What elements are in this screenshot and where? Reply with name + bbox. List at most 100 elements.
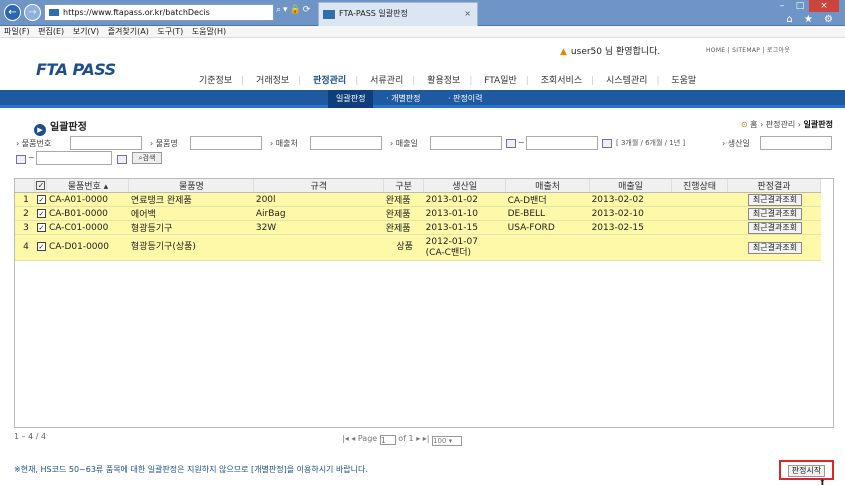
row-checkbox[interactable]: ✓ xyxy=(34,192,47,207)
row-status xyxy=(671,206,728,221)
row-name: 형광등기구(상품) xyxy=(128,234,254,261)
recent-result-button[interactable]: 최근결과조회 xyxy=(747,241,803,254)
col-status[interactable]: 진행상태 xyxy=(671,179,728,193)
table-row[interactable]: 1 ✓ CA-A01-0000 연료탱크 완제품 200l 완제품 2013-0… xyxy=(15,192,821,207)
subnav-individual[interactable]: · 개별판정 xyxy=(386,90,421,108)
label-sale-date: › 매출일 xyxy=(390,139,418,148)
row-checkbox[interactable]: ✓ xyxy=(34,234,47,261)
nav-item[interactable]: 서류관리 xyxy=(361,73,412,86)
nav-item[interactable]: 조회서비스 xyxy=(532,73,591,86)
arrow-bullet-icon: ▶ xyxy=(34,124,46,136)
row-num: 1 xyxy=(15,192,35,207)
product-no-input[interactable] xyxy=(70,136,142,150)
row-type: 상품 xyxy=(383,234,424,261)
tab-close-icon[interactable]: × xyxy=(464,3,471,25)
row-buyer: CA-D밴더 xyxy=(505,192,590,207)
prod-date-from[interactable] xyxy=(760,136,832,150)
prod-date-to[interactable] xyxy=(36,151,112,165)
address-bar[interactable]: https://www.ftapass.or.kr/batchDecis xyxy=(44,4,274,21)
select-all-checkbox[interactable]: ✓ xyxy=(34,179,48,193)
row-num: 2 xyxy=(15,206,35,221)
col-prod-date[interactable]: 생산일 xyxy=(423,179,507,193)
product-name-input[interactable] xyxy=(190,136,262,150)
row-spec: AirBag xyxy=(253,206,384,221)
row-status xyxy=(671,220,728,235)
nav-item[interactable]: 시스템관리 xyxy=(597,73,656,86)
menu-edit[interactable]: 편집(E) xyxy=(38,27,64,36)
col-name[interactable]: 물품명 xyxy=(128,179,255,193)
start-judgement-button[interactable]: 판정시작 xyxy=(788,465,825,477)
pager-prev-icon[interactable]: |◂ ◂ xyxy=(342,434,355,443)
menu-help[interactable]: 도움말(H) xyxy=(192,27,226,36)
maximize-button[interactable]: □ xyxy=(791,0,809,12)
col-type[interactable]: 구분 xyxy=(383,179,425,193)
back-button[interactable]: ← xyxy=(4,4,21,21)
row-status xyxy=(671,192,728,207)
result-table: ✓ 물품번호 ▴ 물품명 규격 구분 생산일 매출처 매출일 진행상태 판정결과… xyxy=(15,179,822,261)
row-checkbox[interactable]: ✓ xyxy=(34,206,47,221)
address-actions-icon[interactable]: ⌕▾🔒⟳ xyxy=(276,5,312,15)
breadcrumb-home[interactable]: 홈 xyxy=(750,120,757,129)
col-num xyxy=(15,179,36,193)
search-button-label: 검색 xyxy=(142,154,156,162)
buyer-input[interactable] xyxy=(310,136,382,150)
recent-result-button[interactable]: 최근결과조회 xyxy=(747,221,803,234)
menu-file[interactable]: 파일(F) xyxy=(4,27,30,36)
breadcrumb-mid[interactable]: › 판정관리 › xyxy=(760,120,801,129)
tab-favicon-icon xyxy=(323,10,335,19)
calendar-icon[interactable] xyxy=(117,155,127,164)
nav-item[interactable]: 기준정보 xyxy=(190,73,241,86)
forward-button[interactable]: → xyxy=(24,4,41,21)
period-links[interactable]: [ 3개월 / 6개월 / 1년 ] xyxy=(616,138,685,148)
menu-bar: 파일(F) 편집(E) 보기(V) 즐겨찾기(A) 도구(T) 도움말(H) xyxy=(0,26,845,38)
nav-item[interactable]: FTA일반 xyxy=(475,73,526,86)
menu-favorites[interactable]: 즐겨찾기(A) xyxy=(108,27,149,36)
table-row[interactable]: 2 ✓ CA-B01-0000 에어백 AirBag 완제품 2013-01-1… xyxy=(15,206,821,221)
row-sale-date: 2013-02-15 xyxy=(589,220,672,235)
col-buyer[interactable]: 매출처 xyxy=(505,179,591,193)
recent-result-button[interactable]: 최근결과조회 xyxy=(747,207,803,220)
range-tilde: ~ xyxy=(518,138,525,147)
subnav-batch[interactable]: 일괄판정 xyxy=(328,90,374,108)
nav-item[interactable]: 거래정보 xyxy=(247,73,298,86)
grid-footer: 1 – 4 / 4 |◂ ◂ Page 1 of 1 ▸ ▸| 100 ▾ xyxy=(14,432,834,448)
home-star-gear-icon[interactable]: ⌂ ★ ⚙ xyxy=(786,14,837,25)
subnav-history[interactable]: · 판정이력 xyxy=(448,90,483,108)
col-spec[interactable]: 규격 xyxy=(253,179,385,193)
check-icon: ✓ xyxy=(36,208,46,218)
search-button[interactable]: ⌕검색 xyxy=(132,152,162,164)
minimize-button[interactable]: – xyxy=(773,0,791,12)
col-code[interactable]: 물품번호 ▴ xyxy=(46,179,130,193)
site-logo[interactable]: FTA PASS xyxy=(36,60,116,79)
browser-titlebar: ← → https://www.ftapass.or.kr/batchDecis… xyxy=(0,0,845,26)
sale-date-to[interactable] xyxy=(526,136,598,150)
row-sale-date: 2013-02-10 xyxy=(589,206,672,221)
col-sale-date[interactable]: 매출일 xyxy=(589,179,673,193)
page-input[interactable]: 1 xyxy=(379,435,396,445)
browser-tab[interactable]: FTA-PASS 일괄판정 × xyxy=(318,2,478,26)
check-icon: ✓ xyxy=(36,242,46,251)
row-spec: 32W xyxy=(253,220,384,235)
recent-result-button[interactable]: 최근결과조회 xyxy=(747,193,803,206)
calendar-icon[interactable] xyxy=(602,139,612,148)
top-links[interactable]: HOME | SITEMAP | 로그아웃 xyxy=(706,45,790,54)
table-row[interactable]: 3 ✓ CA-C01-0000 형광등기구 32W 완제품 2013-01-15… xyxy=(15,220,821,235)
per-page-select[interactable]: 100 ▾ xyxy=(432,436,463,446)
breadcrumb-current: 일괄판정 xyxy=(803,120,833,129)
pager-next-icon[interactable]: ▸ ▸| xyxy=(416,434,429,443)
calendar-icon[interactable] xyxy=(506,139,516,148)
nav-item[interactable]: 활용정보 xyxy=(418,73,469,86)
close-window-button[interactable]: × xyxy=(809,0,839,12)
row-buyer: USA-FORD xyxy=(505,220,590,235)
pager: |◂ ◂ Page 1 of 1 ▸ ▸| 100 ▾ xyxy=(342,434,463,446)
sale-date-from[interactable] xyxy=(430,136,502,150)
table-row[interactable]: 4 ✓ CA-D01-0000 형광등기구(상품) 상품 2012-01-07(… xyxy=(15,234,821,261)
col-result[interactable]: 판정결과 xyxy=(727,179,822,193)
menu-tools[interactable]: 도구(T) xyxy=(157,27,183,36)
row-checkbox[interactable]: ✓ xyxy=(34,220,47,235)
nav-item[interactable]: 도움말 xyxy=(662,73,705,86)
calendar-icon[interactable] xyxy=(16,155,26,164)
nav-item-active[interactable]: 판정관리 xyxy=(304,73,355,86)
menu-view[interactable]: 보기(V) xyxy=(73,27,99,36)
range-tilde: ~ xyxy=(28,153,35,162)
